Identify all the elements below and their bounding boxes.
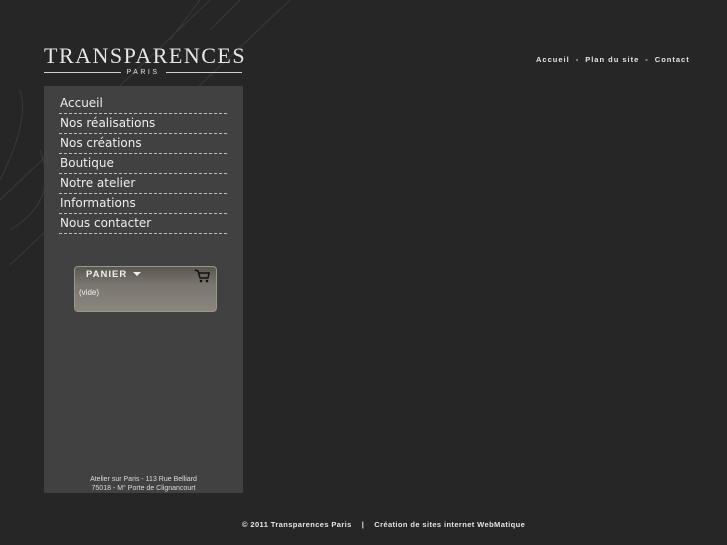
main-menu: Accueil Nos réalisations Nos créations B…: [59, 94, 227, 234]
footer-separator: |: [361, 520, 365, 529]
copyright: © 2011 Transparences Paris: [242, 520, 352, 529]
shopping-cart-icon[interactable]: [194, 269, 210, 283]
menu-item-accueil[interactable]: Accueil: [59, 94, 227, 114]
logo-title: TRANSPARENCES: [44, 43, 247, 68]
credit-link[interactable]: Création de sites internet WebMatique: [374, 520, 525, 529]
menu-item-boutique[interactable]: Boutique: [59, 154, 227, 174]
menu-item-nos-realisations[interactable]: Nos réalisations: [59, 114, 227, 134]
top-nav-accueil[interactable]: Accueil: [536, 55, 570, 64]
cart-title[interactable]: PANIER: [86, 269, 127, 280]
logo-rule: [165, 72, 242, 73]
top-nav-plan-du-site[interactable]: Plan du site: [585, 55, 639, 64]
menu-item-notre-atelier[interactable]: Notre atelier: [59, 174, 227, 194]
sidebar-panel: Accueil Nos réalisations Nos créations B…: [44, 86, 243, 493]
cart-status: (vide): [79, 288, 100, 297]
menu-item-informations[interactable]: Informations: [59, 194, 227, 214]
address-line-2: 75018 - M° Porte de Clignancourt: [91, 485, 196, 492]
top-nav-contact[interactable]: Contact: [655, 55, 690, 64]
address: Atelier sur Paris - 113 Rue Belliard 750…: [44, 475, 243, 493]
address-line-1: Atelier sur Paris - 113 Rue Belliard: [90, 476, 197, 483]
footer: © 2011 Transparences Paris | Création de s…: [242, 520, 525, 529]
cart-widget: PANIER (vide): [74, 266, 217, 312]
top-nav: Accueil - Plan du site - Contact: [536, 55, 690, 64]
logo-subtitle: PARIS: [126, 69, 160, 76]
dropdown-arrow-icon[interactable]: [133, 272, 141, 276]
top-nav-separator: -: [645, 55, 649, 64]
menu-item-nous-contacter[interactable]: Nous contacter: [59, 214, 227, 234]
menu-item-nos-creations[interactable]: Nos créations: [59, 134, 227, 154]
logo-rule: [44, 72, 121, 73]
top-nav-separator: -: [575, 55, 580, 64]
site-logo[interactable]: TRANSPARENCES PARIS: [44, 43, 247, 76]
